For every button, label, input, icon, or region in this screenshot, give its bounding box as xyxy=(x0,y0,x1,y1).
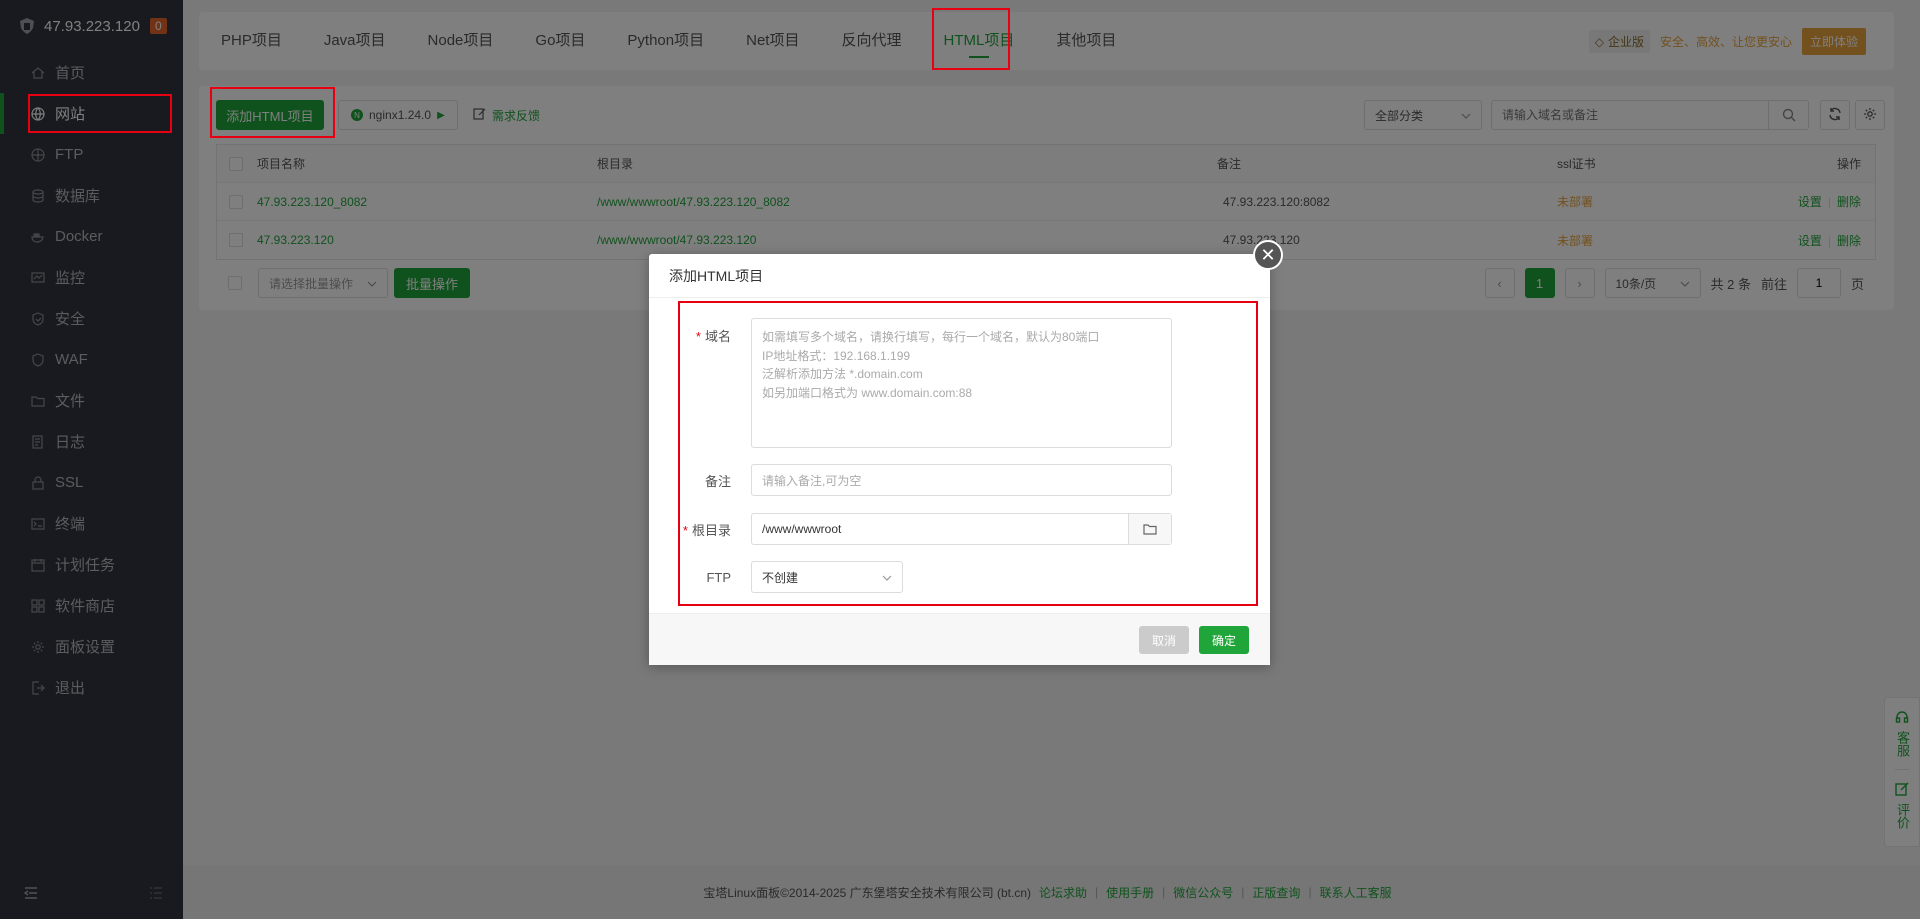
chevron-down-icon xyxy=(882,570,892,584)
dialog-title: 添加HTML项目 xyxy=(649,254,1270,298)
domain-label: * 域名 xyxy=(695,329,731,344)
root-dir-field: /www/wwwroot xyxy=(751,513,1172,545)
add-html-project-dialog: 添加HTML项目 ✕ * 域名 如需填写多个域名，请换行填写，每行一个域名，默认为… xyxy=(649,240,1283,665)
domain-hint-line: IP地址格式：192.168.1.199 xyxy=(762,348,911,363)
confirm-button[interactable]: 确定 xyxy=(1199,626,1249,654)
ftp-label: FTP xyxy=(706,569,731,585)
domain-textarea[interactable]: 如需填写多个域名，请换行填写，每行一个域名，默认为80端口 IP地址格式：192… xyxy=(751,318,1172,448)
root-dir-input[interactable]: /www/wwwroot xyxy=(752,514,1128,544)
note-row: 备注 请输入备注,可为空 xyxy=(649,464,1172,496)
ftp-select[interactable]: 不创建 xyxy=(751,561,903,593)
ftp-value: 不创建 xyxy=(762,570,799,585)
domain-row: * 域名 如需填写多个域名，请换行填写，每行一个域名，默认为80端口 IP地址格式… xyxy=(649,318,1172,448)
note-label: 备注 xyxy=(704,473,731,489)
domain-hint-line: 泛解析添加方法 *.domain.com xyxy=(762,367,923,381)
dialog-footer: 取消 确定 xyxy=(649,613,1270,665)
folder-icon[interactable] xyxy=(1128,514,1171,544)
domain-hint-line: 如需填写多个域名，请换行填写，每行一个域名，默认为80端口 xyxy=(762,330,1100,344)
note-input[interactable]: 请输入备注,可为空 xyxy=(751,464,1172,496)
domain-hint-line: 如另加端口格式为 www.domain.com:88 xyxy=(762,385,973,400)
root-row: * 根目录 /www/wwwroot xyxy=(649,513,1172,545)
root-label: * 根目录 xyxy=(682,522,731,538)
ftp-row: FTP 不创建 xyxy=(649,561,903,593)
cancel-button[interactable]: 取消 xyxy=(1139,626,1189,654)
close-icon[interactable]: ✕ xyxy=(1253,240,1283,270)
